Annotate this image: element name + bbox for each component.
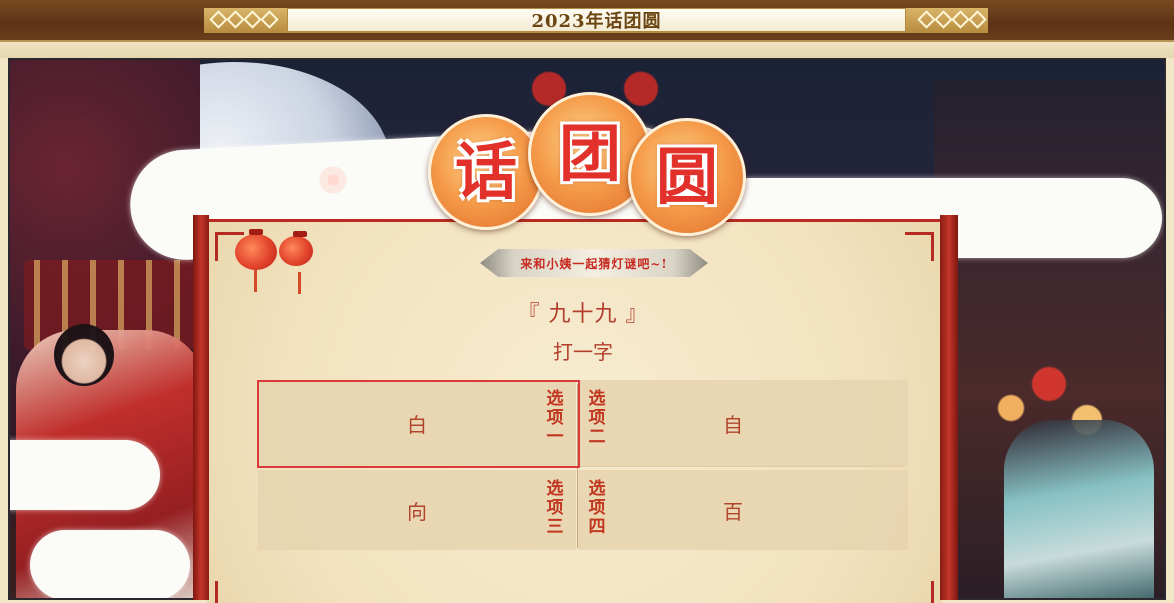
option-value: 向 [407, 499, 427, 524]
riddle-hint: 打一字 [553, 340, 613, 364]
answer-option-3[interactable]: 向 选项三 [258, 470, 576, 550]
event-subtitle-banner: 来和小姨一起猜灯谜吧~! [480, 249, 708, 277]
answer-option-2[interactable]: 选项二 自 [578, 380, 908, 466]
cloud-swirl [30, 530, 190, 598]
logo-orb: 话 [428, 114, 544, 230]
answer-option-1[interactable]: 白 选项一 [258, 380, 576, 466]
window-title: 2023年话团圆 [531, 11, 662, 32]
cloud-swirl [10, 440, 160, 510]
logo-orb: 圆 [628, 118, 746, 236]
riddle-question: 『 九十九 』 [517, 302, 649, 327]
logo-char: 团 [558, 117, 621, 190]
option-value: 自 [723, 412, 743, 437]
scroll-rod-right [940, 215, 958, 600]
title-ornament-left [209, 10, 279, 30]
option-tag: 选项三 [546, 479, 564, 537]
option-value: 白 [407, 412, 427, 437]
options-horizontal-divider [262, 466, 904, 467]
logo-char: 圆 [655, 140, 718, 213]
title-plate: 2023年话团圆 [287, 8, 906, 32]
corner-ornament [905, 232, 934, 261]
scroll-rod-left [193, 215, 209, 600]
logo-char: 话 [454, 135, 517, 208]
title-ornament-right [917, 10, 987, 30]
option-tag: 选项一 [546, 389, 564, 447]
red-lantern-icon [279, 231, 313, 294]
plum-blossom [318, 165, 348, 195]
answer-option-4[interactable]: 选项四 百 [578, 470, 908, 550]
option-value: 百 [723, 499, 743, 524]
left-character-head [54, 324, 114, 386]
event-logo: 话 团 圆 [428, 92, 748, 237]
right-character-illustration [1004, 420, 1154, 598]
window-title-bar: 2023年话团圆 [0, 0, 1174, 40]
event-subtitle: 来和小姨一起猜灯谜吧~! [520, 256, 668, 271]
riddle-block: 『 九十九 』 打一字 [400, 296, 766, 365]
title-bar-underline [0, 40, 1174, 58]
red-lantern-icon [235, 229, 277, 292]
